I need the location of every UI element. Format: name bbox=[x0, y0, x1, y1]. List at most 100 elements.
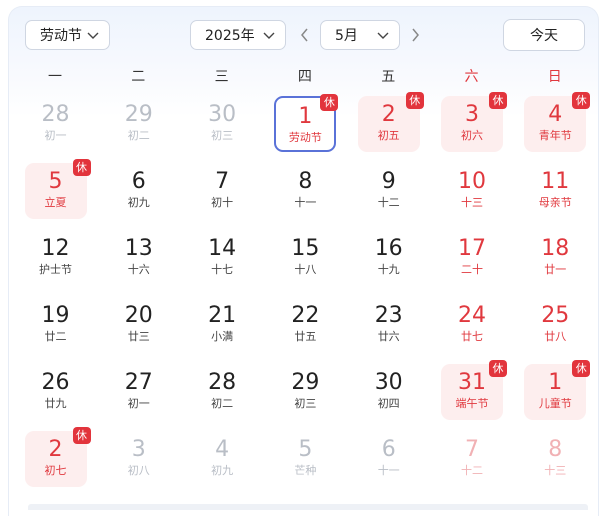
lunar-label: 十七 bbox=[211, 263, 234, 276]
lunar-label: 立夏 bbox=[44, 196, 67, 209]
day-cell[interactable]: 2 初七休 bbox=[24, 427, 91, 487]
next-month-icon[interactable] bbox=[406, 24, 424, 46]
weekday-label: 三 bbox=[214, 69, 229, 85]
day-number: 10 bbox=[458, 169, 486, 194]
day-cell[interactable]: 18 廿一 bbox=[524, 230, 586, 286]
day-cell[interactable]: 3 初八 bbox=[108, 431, 170, 487]
day-number: 19 bbox=[41, 303, 70, 328]
chevron-down-icon bbox=[377, 32, 389, 39]
today-button[interactable]: 今天 bbox=[503, 19, 585, 51]
day-cell[interactable]: 14 十七 bbox=[191, 230, 253, 286]
day-number: 28 bbox=[208, 370, 237, 395]
day-number: 29 bbox=[124, 102, 153, 127]
day-cell[interactable]: 11 母亲节 bbox=[524, 163, 586, 219]
day-number: 18 bbox=[541, 236, 570, 261]
day-number: 28 bbox=[41, 102, 70, 127]
day-number: 14 bbox=[208, 236, 237, 261]
rest-day-badge: 休 bbox=[489, 360, 507, 377]
weekday-label: 日 bbox=[547, 69, 562, 85]
day-cell[interactable]: 1 儿童节休 bbox=[524, 360, 591, 420]
day-cell[interactable]: 1 劳动节休 bbox=[274, 94, 339, 152]
lunar-label: 十一 bbox=[377, 464, 400, 477]
previous-month-icon[interactable] bbox=[296, 24, 314, 46]
day-cell[interactable]: 13 十六 bbox=[108, 230, 170, 286]
day-cell[interactable]: 28 初一 bbox=[25, 96, 87, 152]
rest-day-badge: 休 bbox=[320, 94, 339, 111]
weekday-label: 二 bbox=[131, 69, 146, 85]
month-select[interactable]: 5月 bbox=[320, 20, 400, 50]
day-number: 29 bbox=[291, 370, 320, 395]
day-cell[interactable]: 17 二十 bbox=[441, 230, 503, 286]
rest-day-badge: 休 bbox=[72, 427, 91, 444]
lunar-label: 初八 bbox=[127, 464, 150, 477]
day-cell[interactable]: 25 廿八 bbox=[524, 297, 586, 353]
day-cell[interactable]: 7 十二 bbox=[441, 431, 503, 487]
day-cell[interactable]: 7 初十 bbox=[191, 163, 253, 219]
day-cell[interactable]: 6 十一 bbox=[358, 431, 420, 487]
day-cell[interactable]: 22 廿五 bbox=[274, 297, 336, 353]
day-cell[interactable]: 21 小满 bbox=[191, 297, 253, 353]
day-cell[interactable]: 28 初二 bbox=[191, 364, 253, 420]
day-cell[interactable]: 26 廿九 bbox=[25, 364, 87, 420]
day-number: 7 bbox=[215, 169, 230, 194]
lunar-label: 廿五 bbox=[294, 330, 317, 343]
day-cell[interactable]: 3 初六休 bbox=[441, 92, 507, 152]
day-cell[interactable]: 23 廿六 bbox=[358, 297, 420, 353]
day-cell[interactable]: 4 初九 bbox=[191, 431, 253, 487]
day-number: 4 bbox=[215, 437, 230, 462]
day-cell[interactable]: 6 初九 bbox=[108, 163, 170, 219]
lunar-label: 初十 bbox=[211, 196, 234, 209]
day-cell[interactable]: 16 十九 bbox=[358, 230, 420, 286]
lunar-label: 廿六 bbox=[377, 330, 400, 343]
lunar-label: 廿二 bbox=[44, 330, 67, 343]
day-cell[interactable]: 15 十八 bbox=[274, 230, 336, 286]
day-cell[interactable]: 2 初五休 bbox=[357, 92, 424, 152]
lunar-label: 廿三 bbox=[127, 330, 150, 343]
weekday-label: 一 bbox=[48, 69, 62, 85]
day-cell[interactable]: 24 廿七 bbox=[441, 297, 503, 353]
bottom-edge bbox=[28, 504, 588, 510]
day-cell[interactable]: 19 廿二 bbox=[25, 297, 87, 353]
lunar-label: 劳动节 bbox=[288, 131, 322, 144]
lunar-label: 初三 bbox=[294, 397, 317, 410]
lunar-label: 十三 bbox=[461, 196, 483, 209]
day-number: 15 bbox=[291, 236, 320, 261]
day-number: 8 bbox=[298, 169, 313, 194]
lunar-label: 十三 bbox=[544, 464, 567, 477]
lunar-label: 初三 bbox=[211, 129, 234, 142]
chevron-down-icon bbox=[87, 32, 99, 39]
day-number: 16 bbox=[374, 236, 403, 261]
day-number: 6 bbox=[131, 169, 146, 194]
rest-day-badge: 休 bbox=[72, 159, 91, 176]
day-cell[interactable]: 30 初三 bbox=[191, 96, 253, 152]
lunar-label: 十八 bbox=[294, 263, 317, 276]
day-cell[interactable]: 27 初一 bbox=[108, 364, 170, 420]
lunar-label: 廿七 bbox=[461, 330, 483, 343]
month-select-value: 5月 bbox=[335, 28, 358, 44]
lunar-label: 端午节 bbox=[455, 397, 489, 410]
day-cell[interactable]: 5 立夏休 bbox=[24, 159, 91, 219]
day-cell[interactable]: 20 廿三 bbox=[108, 297, 170, 353]
lunar-label: 十六 bbox=[127, 263, 150, 276]
day-number: 17 bbox=[458, 236, 486, 261]
holiday-select[interactable]: 劳动节 bbox=[25, 20, 110, 50]
day-number: 23 bbox=[374, 303, 403, 328]
day-cell[interactable]: 5 芒种 bbox=[274, 431, 336, 487]
day-number: 21 bbox=[208, 303, 237, 328]
day-cell[interactable]: 31 端午节休 bbox=[441, 360, 507, 420]
day-cell[interactable]: 4 青年节休 bbox=[524, 92, 591, 152]
lunar-label: 芒种 bbox=[294, 464, 317, 477]
year-select-value: 2025年 bbox=[205, 28, 255, 44]
day-cell[interactable]: 30 初四 bbox=[358, 364, 420, 420]
day-number: 6 bbox=[381, 437, 396, 462]
day-cell[interactable]: 29 初三 bbox=[274, 364, 336, 420]
day-cell[interactable]: 10 十三 bbox=[441, 163, 503, 219]
day-cell[interactable]: 8 十一 bbox=[274, 163, 336, 219]
year-select[interactable]: 2025年 bbox=[190, 20, 286, 50]
day-cell[interactable]: 9 十二 bbox=[358, 163, 420, 219]
day-number: 24 bbox=[458, 303, 486, 328]
day-cell[interactable]: 8 十三 bbox=[524, 431, 586, 487]
day-cell[interactable]: 29 初二 bbox=[108, 96, 170, 152]
day-number: 13 bbox=[124, 236, 153, 261]
day-cell[interactable]: 12 护士节 bbox=[25, 230, 87, 286]
